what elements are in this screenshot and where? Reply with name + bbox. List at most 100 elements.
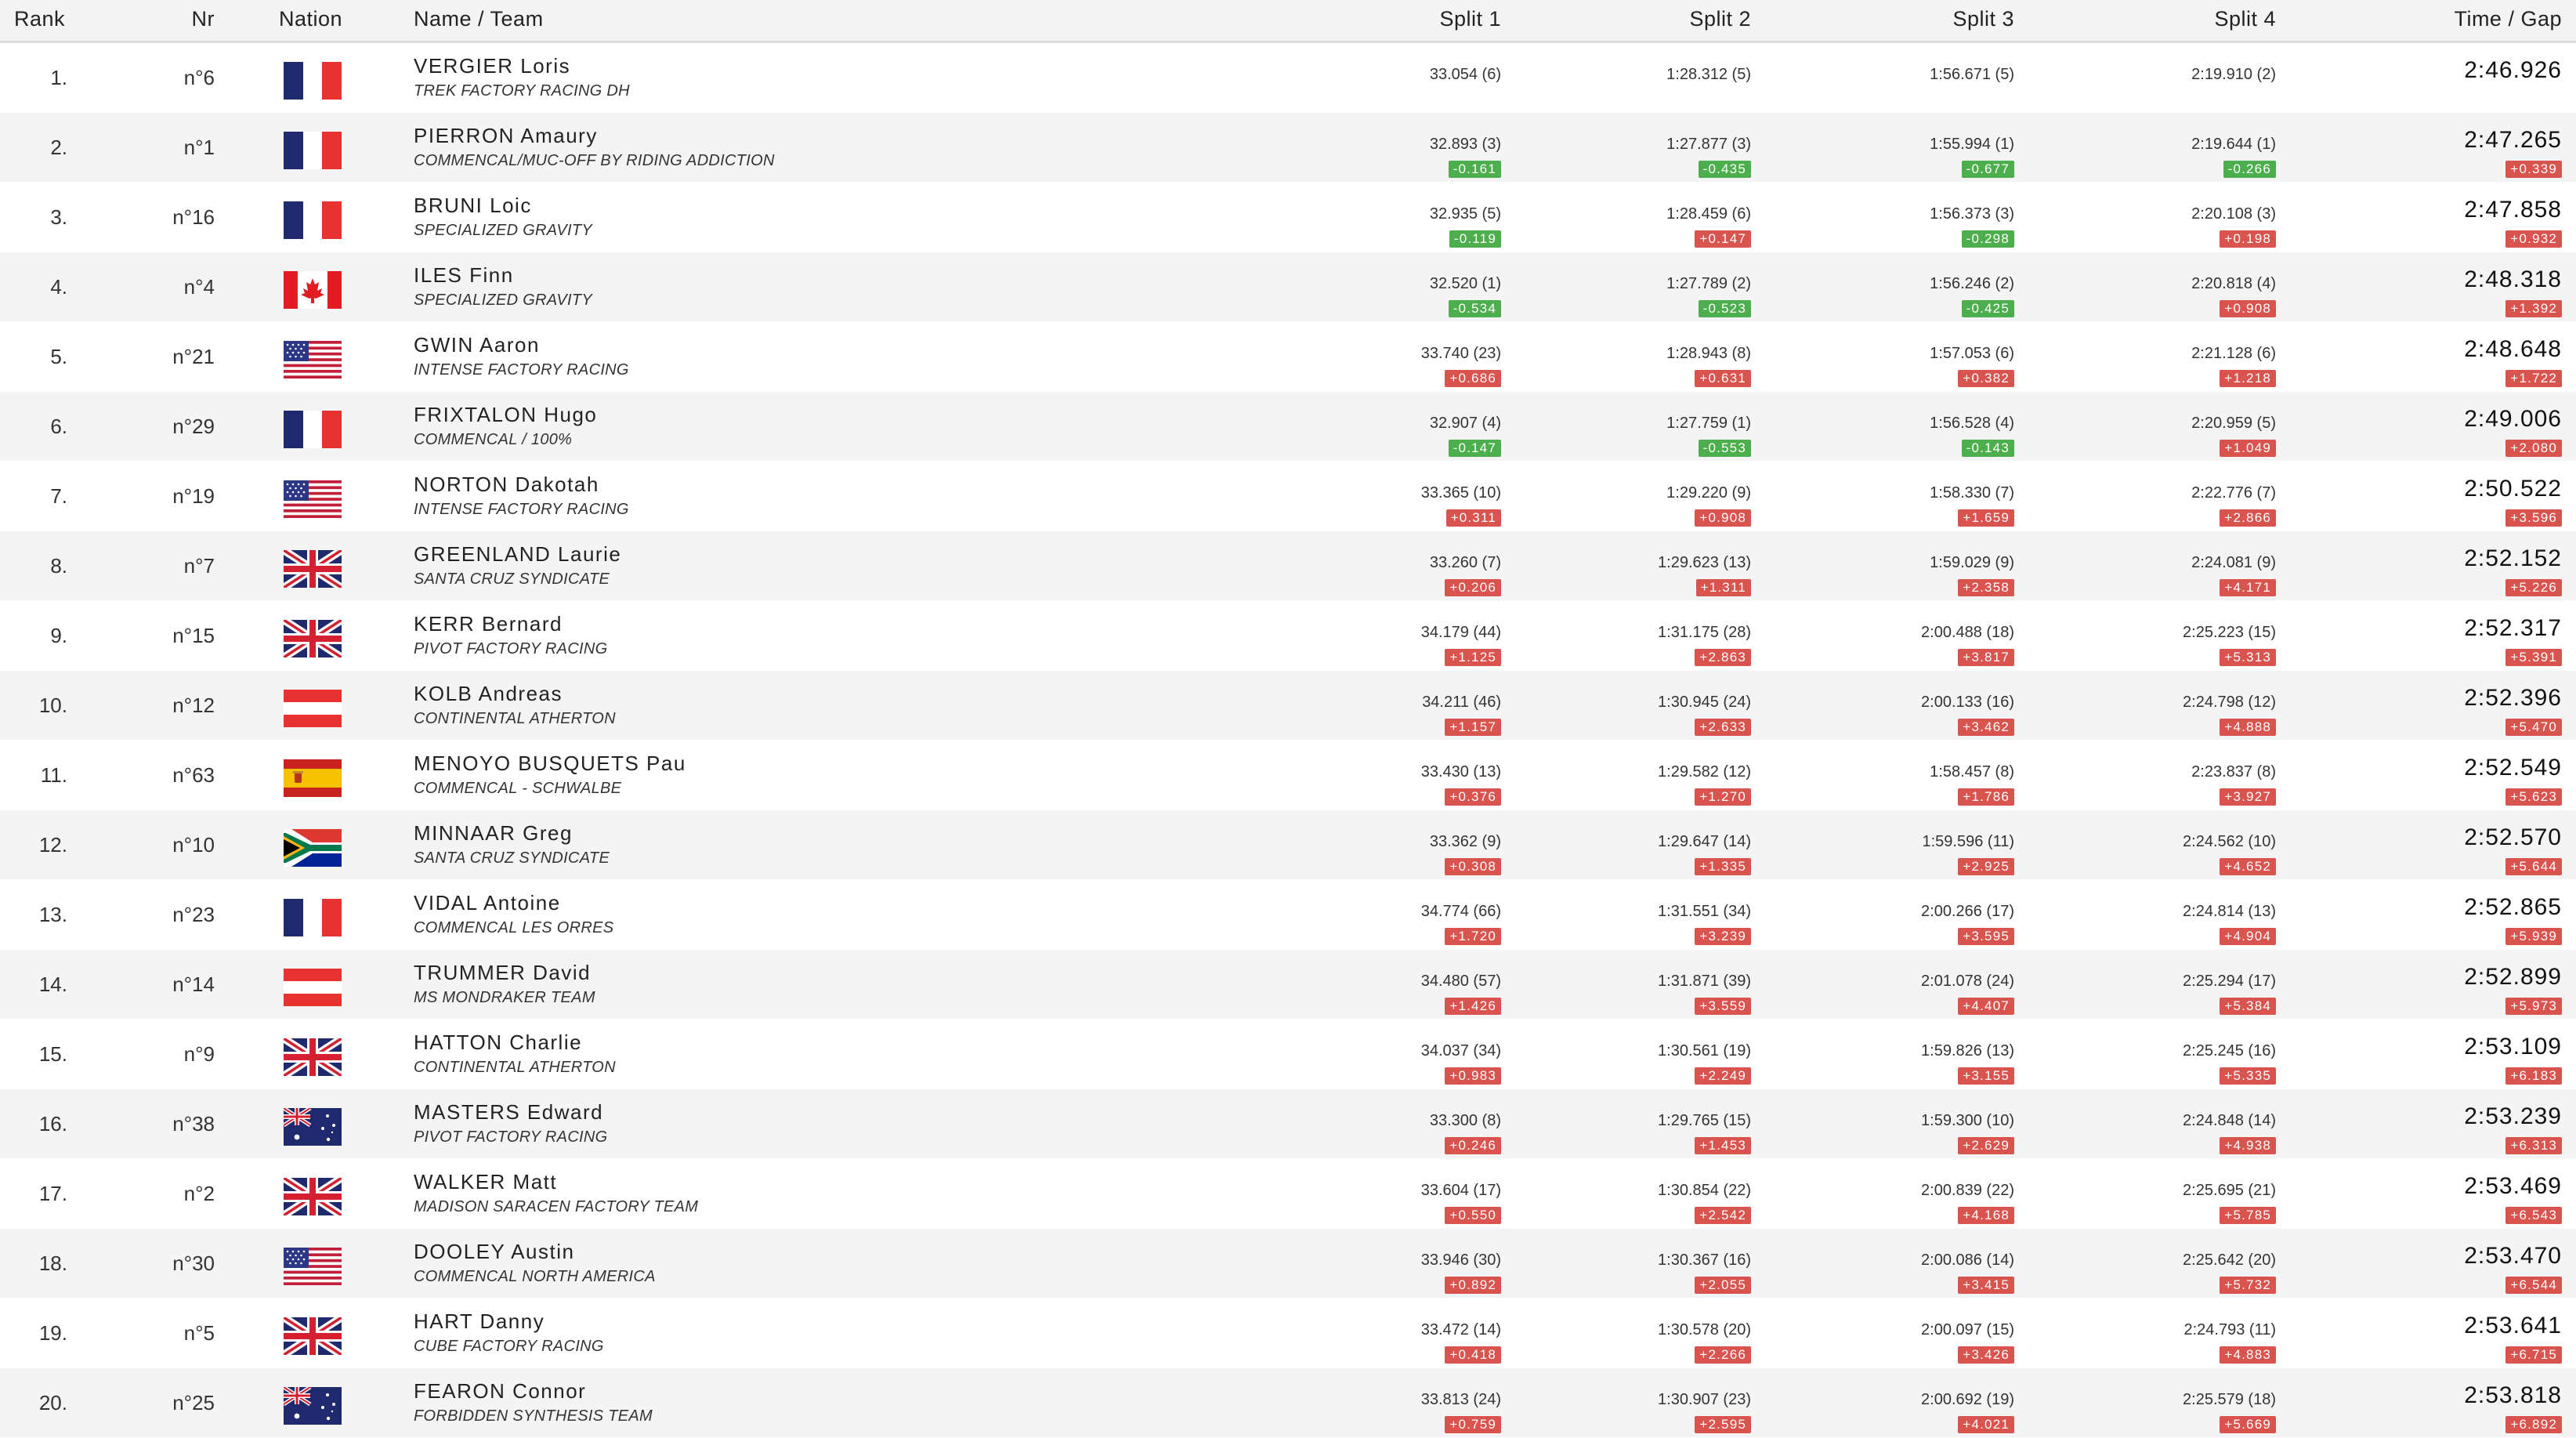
rider-name[interactable]: GWIN Aaron xyxy=(414,333,540,357)
header-split1[interactable]: Split 1 xyxy=(1266,0,1501,41)
table-row[interactable]: 11. n°63 MENOYO BUSQUETS Pau COMMENCAL - SC… xyxy=(0,741,2576,810)
split-diff-badge: +2.866 xyxy=(2220,509,2276,527)
table-row[interactable]: 1. n°6 VERGIER Loris TREK FACTORY RACING DH… xyxy=(0,43,2576,113)
split-diff-badge: +2.542 xyxy=(1695,1207,1751,1224)
table-row[interactable]: 4. n°4 ILES Finn SPECIALIZED GRAVITY 32.520 … xyxy=(0,252,2576,322)
split-time: 2:24.081 (9) xyxy=(2191,554,2276,571)
table-row[interactable]: 15. n°9 HATTON Charlie CONTINENTAL ATHERTON… xyxy=(0,1020,2576,1089)
rank-cell: 2. xyxy=(50,136,67,159)
table-row[interactable]: 6. n°29 FRIXTALON Hugo COMMENCAL / 100% 32.9… xyxy=(0,392,2576,462)
header-split3[interactable]: Split 3 xyxy=(1779,0,2014,41)
split-time: 2:25.223 (15) xyxy=(2183,624,2276,641)
split-diff-badge: +5.669 xyxy=(2220,1416,2276,1433)
table-row[interactable]: 16. n°38 MASTERS Edward PIVOT FACTORY RACIN… xyxy=(0,1089,2576,1159)
table-row[interactable]: 10. n°12 KOLB Andreas CONTINENTAL ATHERTON 3… xyxy=(0,671,2576,741)
split-diff-badge: +0.631 xyxy=(1695,370,1751,387)
finish-time: 2:47.858 xyxy=(2464,197,2562,223)
bib-number: n°19 xyxy=(172,484,215,508)
table-row[interactable]: 18. n°30 DOOLEY Austin COMMENCAL NORTH AMER… xyxy=(0,1229,2576,1299)
split-diff-badge: +3.559 xyxy=(1695,998,1751,1015)
rider-name[interactable]: TRUMMER David xyxy=(414,961,591,985)
rider-name[interactable]: KOLB Andreas xyxy=(414,682,563,706)
rider-name[interactable]: KERR Bernard xyxy=(414,612,563,636)
header-rank[interactable]: Rank xyxy=(14,0,65,41)
gap-badge: +0.339 xyxy=(2505,161,2562,178)
table-row[interactable]: 12. n°10 MINNAAR Greg SANTA CRUZ SYNDICATE 3… xyxy=(0,810,2576,880)
team-name: MS MONDRAKER TEAM xyxy=(414,989,595,1006)
bib-number: n°15 xyxy=(172,624,215,647)
table-row[interactable]: 3. n°16 BRUNI Loic SPECIALIZED GRAVITY 32.93… xyxy=(0,183,2576,252)
header-time-gap[interactable]: Time / Gap xyxy=(2454,0,2562,41)
table-row[interactable]: 9. n°15 KERR Bernard PIVOT FACTORY RACING 34… xyxy=(0,601,2576,671)
header-split4[interactable]: Split 4 xyxy=(2041,0,2276,41)
nation-flag-au-icon xyxy=(284,1387,342,1425)
rider-name[interactable]: VIDAL Antoine xyxy=(414,891,561,915)
split-diff-badge: +4.883 xyxy=(2220,1346,2276,1364)
rider-name[interactable]: NORTON Dakotah xyxy=(414,473,599,497)
rider-name[interactable]: VERGIER Loris xyxy=(414,54,570,78)
table-row[interactable]: 19. n°5 HART Danny CUBE FACTORY RACING 33.47… xyxy=(0,1299,2576,1368)
rider-name[interactable]: FEARON Connor xyxy=(414,1379,586,1404)
split4-cell: 2:23.837 (8) +3.927 xyxy=(2041,741,2276,810)
rider-name[interactable]: ILES Finn xyxy=(414,263,514,288)
split4-cell: 2:20.959 (5) +1.049 xyxy=(2041,392,2276,461)
split-diff-badge: +5.384 xyxy=(2220,998,2276,1015)
split-time: 2:20.818 (4) xyxy=(2191,275,2276,292)
split-time: 1:28.459 (6) xyxy=(1666,205,1751,223)
team-name: PIVOT FACTORY RACING xyxy=(414,640,608,657)
table-row[interactable]: 8. n°7 GREENLAND Laurie SANTA CRUZ SYNDICAT… xyxy=(0,531,2576,601)
rider-name[interactable]: MINNAAR Greg xyxy=(414,821,573,846)
split2-cell: 1:30.945 (24) +2.633 xyxy=(1516,671,1751,740)
nation-flag-fr-icon xyxy=(284,132,342,169)
split-diff-badge: -0.534 xyxy=(1448,300,1501,317)
header-name-team[interactable]: Name / Team xyxy=(414,0,544,41)
split-time: 1:55.994 (1) xyxy=(1930,136,2014,153)
rider-name[interactable]: BRUNI Loic xyxy=(414,194,532,218)
split-time: 1:29.623 (13) xyxy=(1658,554,1751,571)
rider-name[interactable]: MASTERS Edward xyxy=(414,1100,603,1125)
split-diff-badge: +2.595 xyxy=(1695,1416,1751,1433)
rider-name[interactable]: MENOYO BUSQUETS Pau xyxy=(414,752,686,776)
split-diff-badge: +5.732 xyxy=(2220,1277,2276,1294)
split4-cell: 2:24.848 (14) +4.938 xyxy=(2041,1089,2276,1158)
gap-badge: +6.183 xyxy=(2505,1067,2562,1085)
split-time: 2:25.695 (21) xyxy=(2183,1182,2276,1199)
split-time: 32.893 (3) xyxy=(1429,136,1501,153)
split1-cell: 34.480 (57) +1.426 xyxy=(1266,950,1501,1019)
table-row[interactable]: 17. n°2 WALKER Matt MADISON SARACEN FACTORY… xyxy=(0,1159,2576,1229)
split-diff-badge: -0.553 xyxy=(1698,440,1751,457)
table-row[interactable]: 13. n°23 VIDAL Antoine COMMENCAL LES ORRES 3… xyxy=(0,880,2576,950)
rider-name[interactable]: HATTON Charlie xyxy=(414,1031,582,1055)
split2-cell: 1:29.220 (9) +0.908 xyxy=(1516,462,1751,531)
bib-number: n°7 xyxy=(183,554,215,578)
table-row[interactable]: 14. n°14 TRUMMER David MS MONDRAKER TEAM 34.… xyxy=(0,950,2576,1020)
rider-name[interactable]: GREENLAND Laurie xyxy=(414,542,621,567)
rider-name[interactable]: DOOLEY Austin xyxy=(414,1240,574,1264)
gap-badge: +5.470 xyxy=(2505,719,2562,736)
finish-time: 2:53.469 xyxy=(2464,1173,2562,1199)
table-row[interactable]: 20. n°25 FEARON Connor FORBIDDEN SYNTHESIS … xyxy=(0,1368,2576,1438)
team-name: COMMENCAL - SCHWALBE xyxy=(414,780,622,797)
rank-cell: 17. xyxy=(38,1182,67,1205)
split-diff-badge: -0.143 xyxy=(1961,440,2014,457)
split1-cell: 33.260 (7) +0.206 xyxy=(1266,531,1501,600)
header-nation[interactable]: Nation xyxy=(279,0,342,41)
split-diff-badge: -0.677 xyxy=(1961,161,2014,178)
split-time: 1:27.759 (1) xyxy=(1666,415,1751,432)
rider-name[interactable]: HART Danny xyxy=(414,1309,545,1334)
table-row[interactable]: 7. n°19 NORTON Dakotah INTENSE FACTORY RACI… xyxy=(0,462,2576,531)
rider-name[interactable]: FRIXTALON Hugo xyxy=(414,403,597,427)
bib-number: n°6 xyxy=(183,66,215,89)
rank-cell: 9. xyxy=(50,624,67,647)
header-nr[interactable]: Nr xyxy=(141,0,215,41)
table-row[interactable]: 5. n°21 GWIN Aaron INTENSE FACTORY RACING 33… xyxy=(0,322,2576,392)
split-time: 34.480 (57) xyxy=(1420,973,1501,990)
bib-number: n°16 xyxy=(172,205,215,229)
header-split2[interactable]: Split 2 xyxy=(1516,0,1751,41)
table-row[interactable]: 2. n°1 PIERRON Amaury COMMENCAL/MUC-OFF BY … xyxy=(0,113,2576,183)
split-diff-badge: +3.415 xyxy=(1958,1277,2014,1294)
rank-cell: 18. xyxy=(38,1251,67,1275)
rider-name[interactable]: PIERRON Amaury xyxy=(414,124,598,148)
split-diff-badge: +1.157 xyxy=(1445,719,1501,736)
rider-name[interactable]: WALKER Matt xyxy=(414,1170,557,1194)
